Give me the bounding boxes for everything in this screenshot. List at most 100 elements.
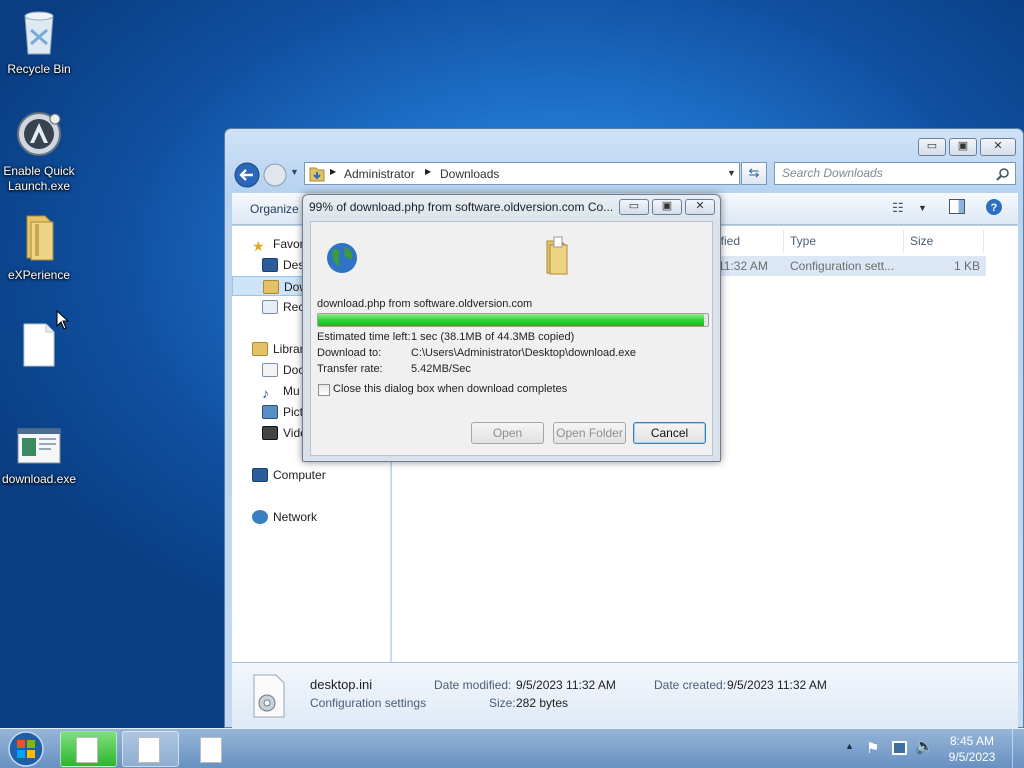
- desktop-icon-download-exe[interactable]: download.exe: [0, 426, 81, 487]
- eta-value: 1 sec (38.1MB of 44.3MB copied): [411, 331, 575, 343]
- nav-label: Mu: [283, 384, 300, 398]
- detail-modified-label: Date modified:: [434, 678, 512, 692]
- close-when-done-label[interactable]: Close this dialog box when download comp…: [333, 383, 567, 395]
- nav-pictures[interactable]: Pict: [262, 402, 303, 422]
- progress-bar: [317, 313, 709, 327]
- nav-libraries[interactable]: Librar: [252, 339, 304, 359]
- desktop-icon-enable-quick-launch[interactable]: Enable Quick Launch.exe: [0, 110, 81, 194]
- nav-documents[interactable]: Doc: [262, 360, 304, 380]
- dialog-minimize-button[interactable]: ▭: [619, 199, 649, 215]
- documents-icon: [262, 363, 278, 377]
- taskbar-app-active[interactable]: [60, 731, 117, 767]
- address-history-chevron-down-icon[interactable]: ▼: [727, 168, 736, 178]
- search-icon: [996, 168, 1009, 181]
- detail-created-value: 9/5/2023 11:32 AM: [727, 678, 827, 692]
- organize-button[interactable]: Organize: [250, 202, 299, 216]
- nav-label: Librar: [273, 342, 304, 356]
- transfer-rate-value: 5.42MB/Sec: [411, 363, 471, 375]
- music-note-icon: ♪: [262, 385, 269, 401]
- show-desktop-button[interactable]: [1012, 729, 1024, 768]
- refresh-button[interactable]: ⇆: [741, 162, 767, 185]
- nav-label: Pict: [283, 405, 304, 419]
- globe-icon: [327, 243, 357, 273]
- folder-destination-icon: [546, 236, 568, 275]
- desktop-icon-recycle-bin[interactable]: Recycle Bin: [0, 8, 81, 77]
- file-icon: [200, 737, 222, 763]
- close-button[interactable]: ✕: [980, 138, 1016, 156]
- cell-date-modified: 11:32 AM: [718, 259, 768, 273]
- desktop-icon-experience[interactable]: eXPerience: [0, 212, 81, 283]
- config-file-icon: [253, 674, 285, 718]
- back-button[interactable]: [233, 161, 261, 189]
- folder-icon: [26, 215, 54, 261]
- cancel-button[interactable]: Cancel: [633, 422, 706, 444]
- nav-network[interactable]: Network: [252, 507, 317, 527]
- nav-label: Favor: [273, 237, 304, 251]
- dialog-maximize-button[interactable]: ▣: [652, 199, 682, 215]
- detail-size-value: 282 bytes: [516, 696, 569, 710]
- preview-pane-icon[interactable]: [949, 199, 965, 214]
- open-folder-button[interactable]: Open Folder: [553, 422, 626, 444]
- desktop-icon: [262, 258, 278, 272]
- nav-videos[interactable]: Vide: [262, 423, 307, 443]
- change-view-icon[interactable]: ☷: [892, 200, 904, 216]
- column-header-type[interactable]: Type: [788, 230, 904, 252]
- breadcrumb-downloads[interactable]: Downloads: [440, 167, 499, 181]
- videos-film-icon: [262, 426, 278, 440]
- quick-launch-icon: [17, 112, 61, 156]
- desktop-icon-label: Enable Quick Launch.exe: [3, 164, 75, 193]
- dialog-body: download.php from software.oldversion.co…: [310, 221, 713, 456]
- help-icon[interactable]: ?: [985, 198, 1003, 216]
- exe-file-icon: [17, 428, 61, 464]
- blank-file-icon: [23, 323, 55, 367]
- nav-music[interactable]: ♪ Mu: [262, 381, 300, 401]
- nav-recent[interactable]: Rec: [262, 297, 304, 317]
- clock-date[interactable]: 9/5/2023: [942, 750, 1002, 764]
- taskbar-app[interactable]: [184, 731, 241, 767]
- view-options-chevron-down-icon[interactable]: ▼: [918, 203, 927, 213]
- file-icon: [76, 737, 98, 763]
- desktop-icon-label: download.exe: [1, 472, 77, 486]
- recycle-bin-icon: [24, 11, 54, 55]
- details-pane: desktop.ini Configuration settings Date …: [232, 662, 1018, 728]
- address-bar[interactable]: ▶ Administrator ▶ Downloads ▼: [304, 162, 740, 185]
- maximize-button[interactable]: ▣: [949, 138, 977, 156]
- table-row[interactable]: 11:32 AM Configuration sett... 1 KB: [716, 256, 986, 276]
- taskbar-app[interactable]: [122, 731, 179, 767]
- nav-label: Computer: [273, 468, 326, 482]
- detail-size-label: Size:: [489, 696, 516, 710]
- start-button[interactable]: [6, 730, 46, 768]
- detail-created-label: Date created:: [654, 678, 727, 692]
- column-header-date-modified[interactable]: ified: [718, 230, 784, 252]
- breadcrumb-separator-icon: ▶: [425, 167, 432, 176]
- dialog-close-button[interactable]: ✕: [685, 199, 715, 215]
- network-tray-icon[interactable]: [892, 741, 907, 755]
- downloads-folder-icon: [263, 280, 279, 294]
- column-header-size[interactable]: Size: [908, 230, 984, 252]
- detail-filetype: Configuration settings: [310, 696, 427, 710]
- breadcrumb-administrator[interactable]: Administrator: [344, 167, 415, 181]
- computer-icon: [252, 468, 268, 482]
- recent-pages-chevron-down-icon[interactable]: ▼: [290, 167, 299, 177]
- cell-size: 1 KB: [953, 259, 980, 273]
- open-button[interactable]: Open: [471, 422, 544, 444]
- clock-time[interactable]: 8:45 AM: [942, 734, 1002, 748]
- nav-computer[interactable]: Computer: [252, 465, 326, 485]
- search-input[interactable]: Search Downloads: [774, 162, 1016, 185]
- downloads-folder-icon: [309, 167, 325, 182]
- progress-bar-fill: [318, 314, 705, 326]
- volume-muted-icon[interactable]: 🔈: [915, 737, 934, 755]
- libraries-icon: [252, 342, 268, 356]
- breadcrumb-separator-icon: ▶: [330, 167, 337, 176]
- desktop-icon-label: Recycle Bin: [7, 62, 71, 76]
- nav-favorites[interactable]: ★ Favor: [252, 234, 304, 254]
- show-hidden-icons-chevron-up-icon[interactable]: ▲: [845, 741, 854, 751]
- close-when-done-checkbox[interactable]: [318, 384, 330, 396]
- download-to-value: C:\Users\Administrator\Desktop\download.…: [411, 347, 636, 359]
- recent-places-icon: [262, 300, 278, 314]
- forward-button[interactable]: [262, 162, 288, 188]
- minimize-button[interactable]: ▭: [918, 138, 946, 156]
- download-source: download.php from software.oldversion.co…: [317, 298, 533, 310]
- nav-desktop[interactable]: Des: [262, 255, 304, 275]
- action-center-flag-icon[interactable]: ⚑: [866, 739, 879, 757]
